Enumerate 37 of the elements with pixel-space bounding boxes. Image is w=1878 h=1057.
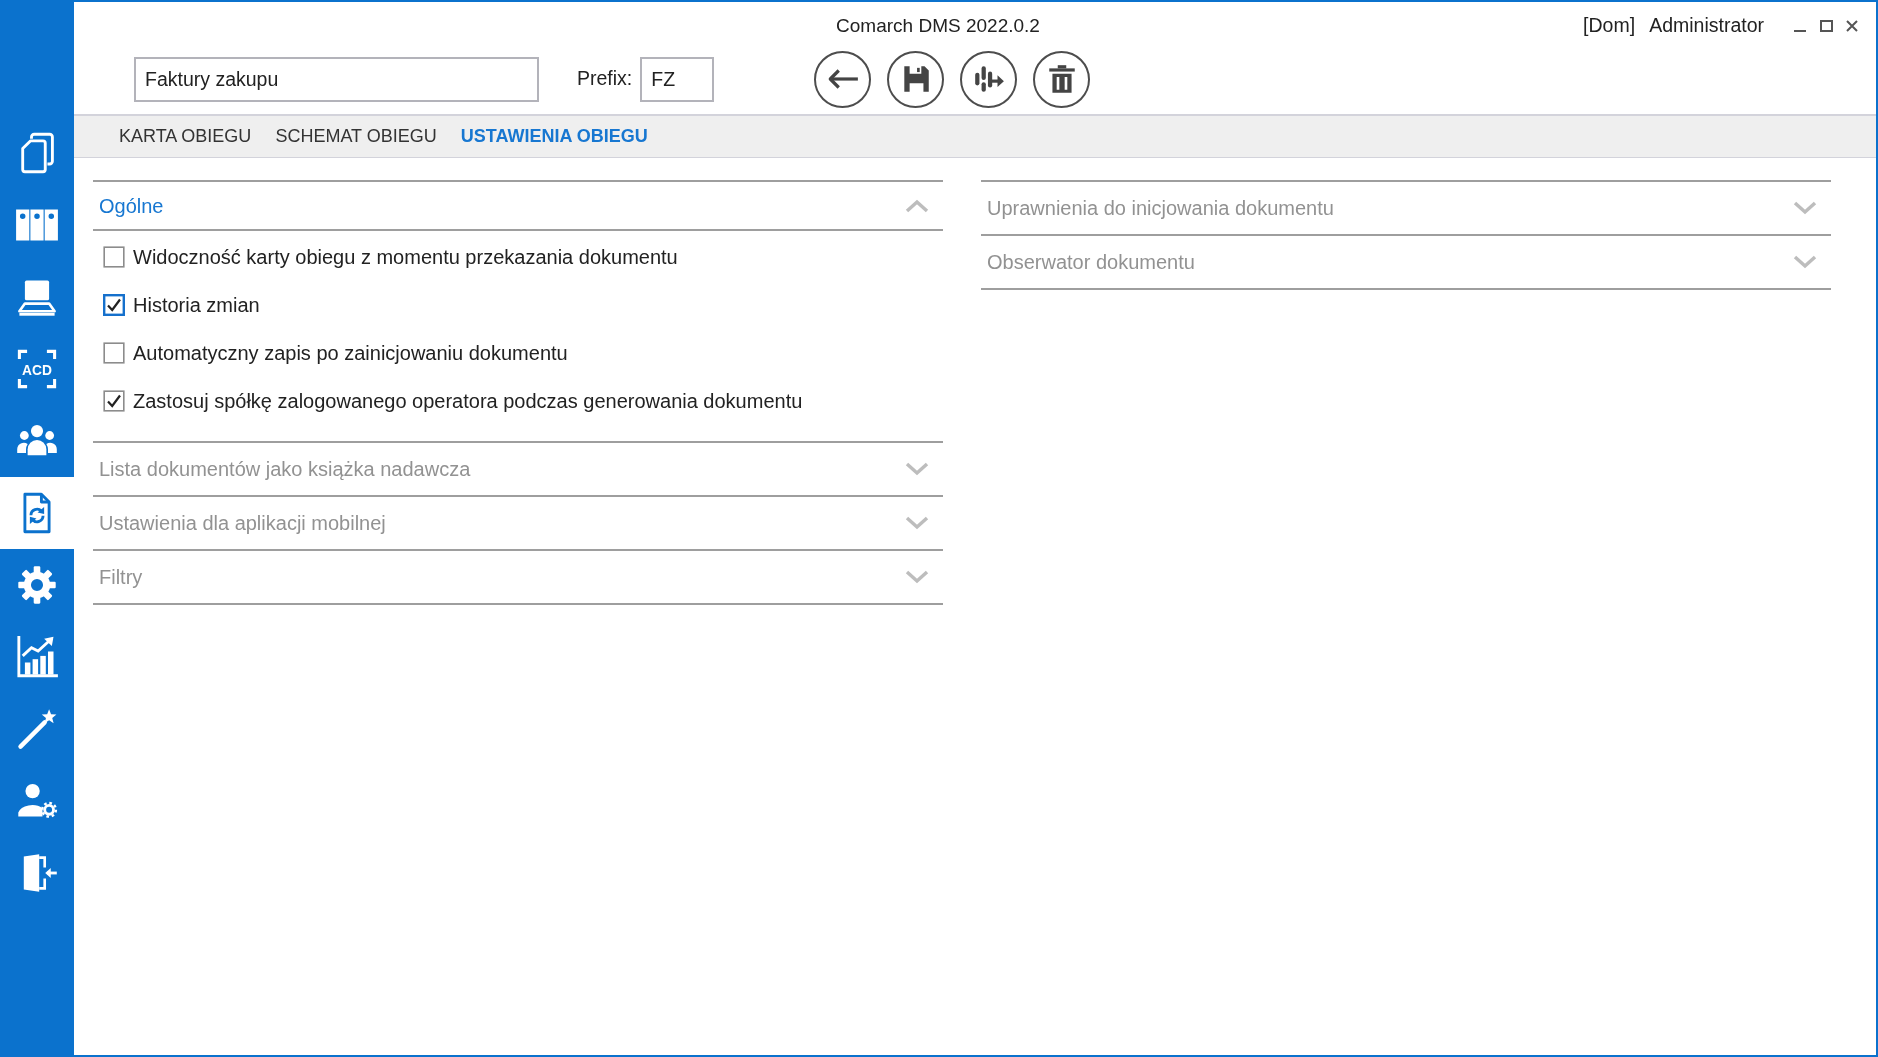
chevron-down-icon — [905, 570, 929, 584]
prefix-label: Prefix: — [577, 66, 633, 92]
close-icon — [1846, 20, 1858, 32]
checkbox[interactable] — [103, 294, 125, 316]
checkbox[interactable] — [103, 246, 125, 268]
user-name: Administrator — [1649, 13, 1764, 39]
prefix-field[interactable]: FZ — [640, 56, 715, 102]
window-title: Comarch DMS 2022.0.2 — [836, 13, 1040, 38]
section-header[interactable]: Ustawienia dla aplikacji mobilnej — [93, 497, 943, 549]
sidebar-item[interactable] — [0, 477, 74, 549]
checkbox-label: Widoczność karty obiegu z momentu przekazania dokumentu — [133, 245, 678, 270]
sidebar-item[interactable]: ACD — [0, 333, 74, 405]
section-header[interactable]: Uprawnienia do inicjowania dokumentu — [981, 182, 1831, 234]
tab[interactable]: USTAWIENIA OBIEGU — [460, 123, 648, 150]
chevron-down-icon — [1793, 255, 1817, 269]
minimize-icon — [1794, 30, 1806, 32]
chevron-up-icon — [905, 198, 929, 213]
chart-icon — [15, 635, 59, 679]
tab[interactable]: KARTA OBIEGU — [119, 123, 252, 150]
context-label: [Dom] — [1583, 13, 1636, 39]
chevron-down-icon — [905, 462, 929, 476]
checkbox-label: Zastosuj spółkę zalogowanego operatora podczas generowania dokumentu — [133, 389, 803, 414]
chevron-down-icon — [905, 516, 929, 530]
gear-icon — [15, 563, 59, 607]
section-header[interactable]: Obserwator dokumentu — [981, 236, 1831, 288]
magic-wand-icon — [15, 707, 59, 751]
section-header[interactable]: Lista dokumentów jako książka nadawcza — [93, 443, 943, 495]
maximize-icon — [1819, 20, 1833, 32]
chevron-down-icon — [1793, 201, 1817, 215]
checkbox-label: Historia zmian — [133, 293, 260, 318]
checkbox[interactable] — [103, 342, 125, 364]
name-field[interactable]: Faktury zakupu — [134, 56, 539, 102]
section-header[interactable]: Ogólne — [93, 182, 943, 231]
checkbox[interactable] — [103, 390, 125, 412]
tab[interactable]: SCHEMAT OBIEGU — [275, 123, 437, 150]
section-header[interactable]: Filtry — [93, 551, 943, 603]
checkbox-label: Automatyczny zapis po zainicjowaniu dokumentu — [133, 341, 568, 366]
